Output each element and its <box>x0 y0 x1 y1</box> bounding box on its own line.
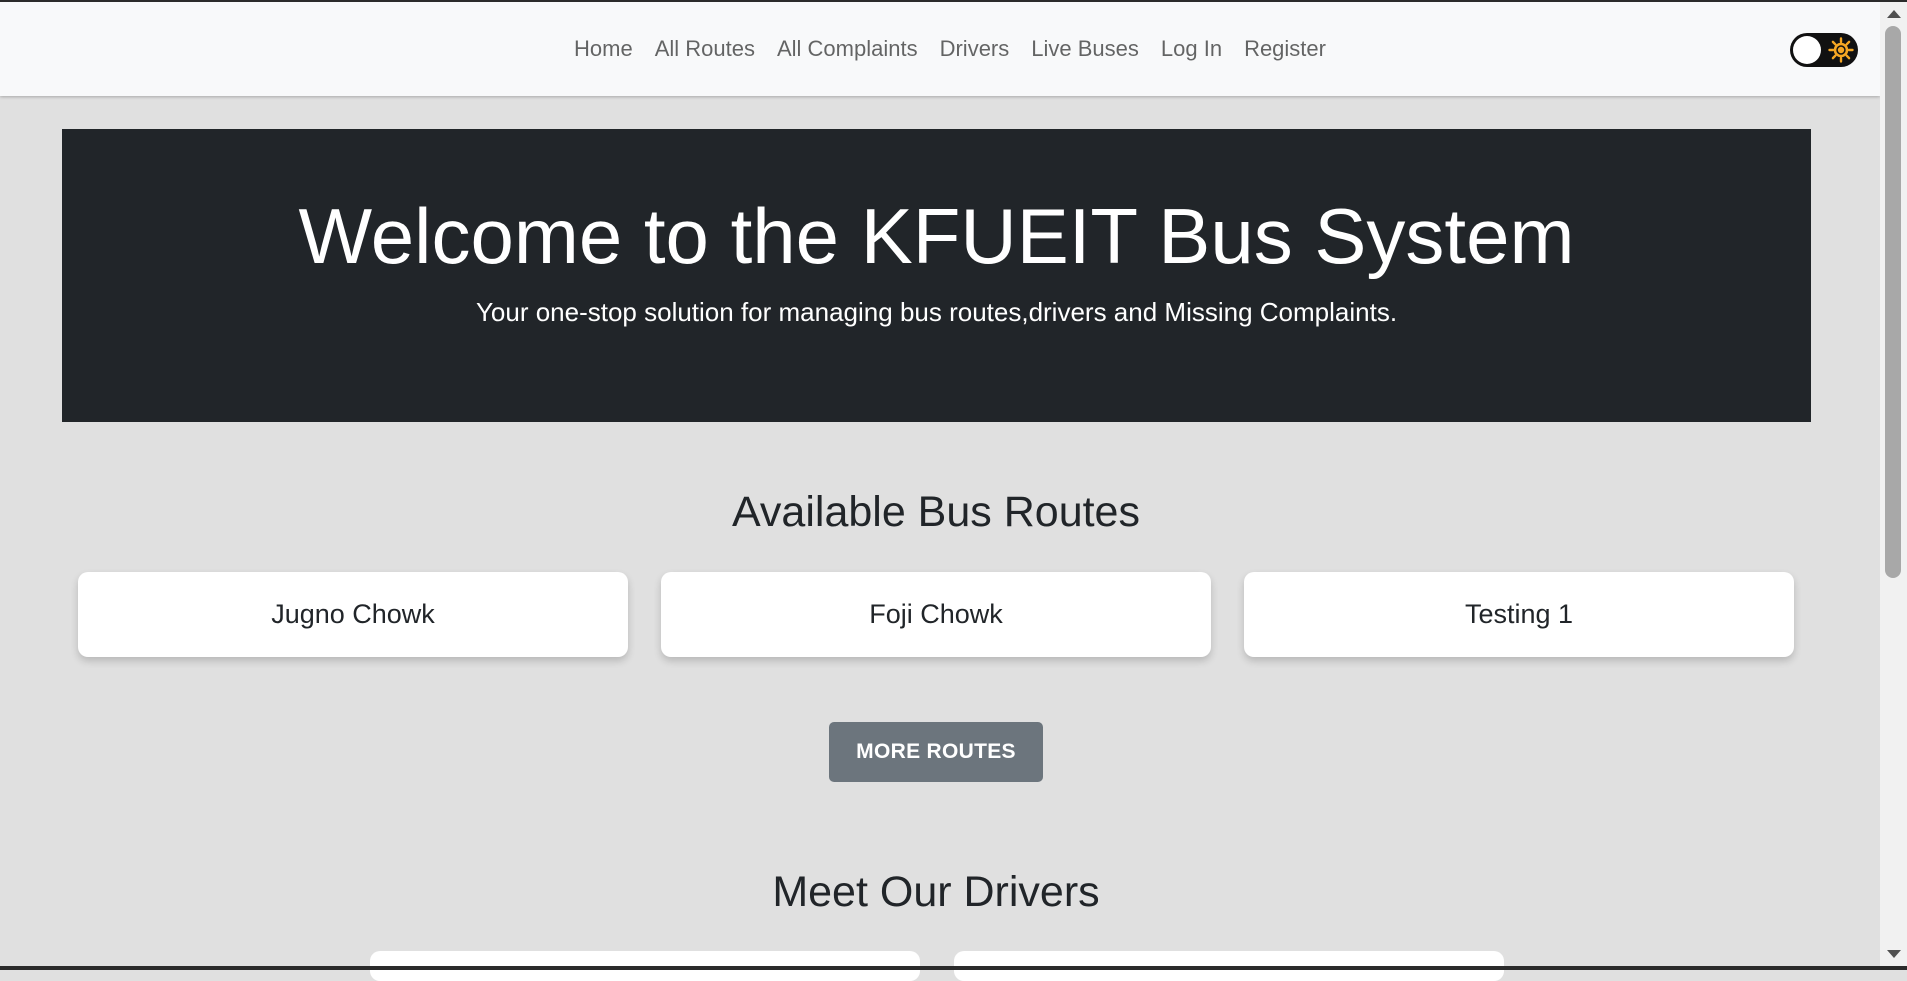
sun-icon <box>1828 37 1854 63</box>
routes-heading: Available Bus Routes <box>732 488 1140 536</box>
route-card-foji-chowk[interactable]: Foji Chowk <box>661 572 1211 657</box>
nav-link-drivers[interactable]: Drivers <box>929 36 1021 62</box>
nav-link-all-complaints[interactable]: All Complaints <box>766 36 929 62</box>
hero-banner: Welcome to the KFUEIT Bus System Your on… <box>62 129 1811 422</box>
route-card-jugno-chowk[interactable]: Jugno Chowk <box>78 572 628 657</box>
toggle-knob <box>1793 36 1821 64</box>
route-card-testing-1[interactable]: Testing 1 <box>1244 572 1794 657</box>
navbar: Home All Routes All Complaints Drivers L… <box>0 2 1880 96</box>
theme-toggle[interactable] <box>1790 33 1858 67</box>
hero-subtitle: Your one-stop solution for managing bus … <box>475 297 1398 327</box>
nav-links: Home All Routes All Complaints Drivers L… <box>0 2 1880 96</box>
hero-title: Welcome to the KFUEIT Bus System <box>298 192 1575 280</box>
scrollbar-thumb[interactable] <box>1885 26 1901 578</box>
window-frame-top <box>0 0 1907 2</box>
scroll-down-arrow-icon[interactable] <box>1887 950 1901 958</box>
nav-link-register[interactable]: Register <box>1233 36 1337 62</box>
nav-link-log-in[interactable]: Log In <box>1150 36 1233 62</box>
more-routes-button[interactable]: MORE ROUTES <box>829 722 1043 782</box>
nav-link-all-routes[interactable]: All Routes <box>644 36 766 62</box>
scroll-up-arrow-icon[interactable] <box>1887 10 1901 18</box>
nav-link-live-buses[interactable]: Live Buses <box>1020 36 1150 62</box>
vertical-scrollbar[interactable] <box>1880 2 1907 966</box>
nav-link-home[interactable]: Home <box>563 36 644 62</box>
window-frame-bottom <box>0 966 1907 970</box>
drivers-heading: Meet Our Drivers <box>772 868 1100 916</box>
